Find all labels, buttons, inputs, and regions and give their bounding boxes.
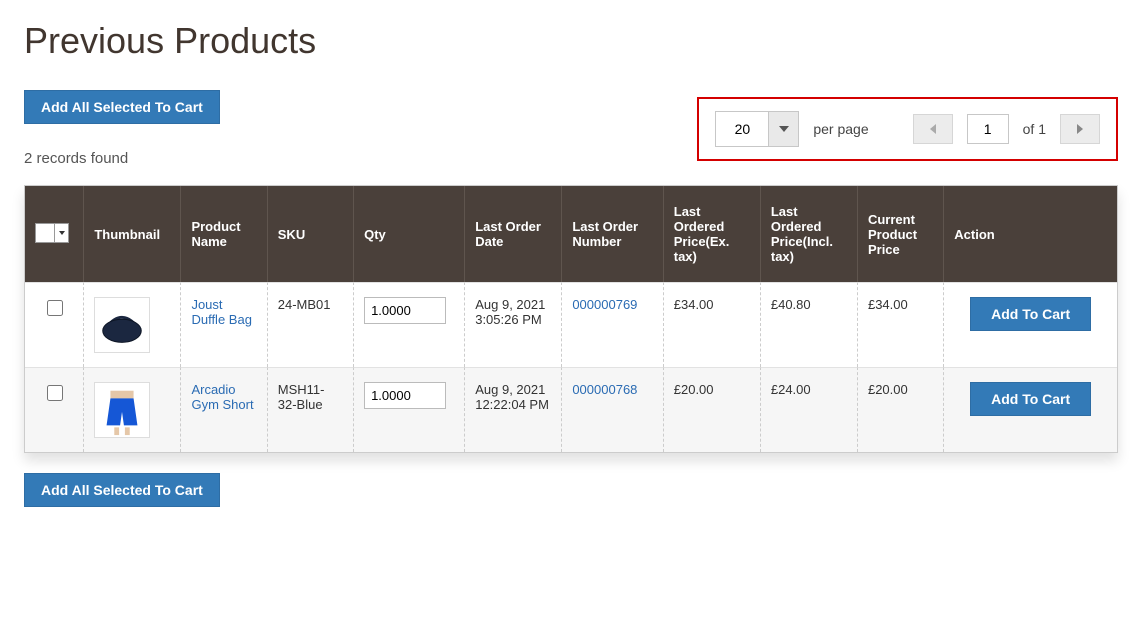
price-ex-cell: £34.00	[664, 282, 761, 367]
mass-select-dropdown[interactable]	[54, 224, 68, 242]
current-price-cell: £20.00	[858, 367, 944, 452]
th-last-order-number: Last Order Number	[562, 186, 663, 282]
th-current-price: Current Product Price	[858, 186, 944, 282]
page-of-text: of 1	[1023, 121, 1046, 137]
qty-input[interactable]	[364, 297, 446, 324]
mass-select-checkbox[interactable]	[36, 224, 54, 242]
sku-cell: 24-MB01	[268, 282, 354, 367]
price-ex-cell: £20.00	[664, 367, 761, 452]
records-found-text: 2 records found	[24, 150, 128, 167]
products-table: Thumbnail Product Name SKU Qty Last Orde…	[24, 185, 1118, 453]
th-price-ex: Last Ordered Price(Ex. tax)	[664, 186, 761, 282]
order-number-link[interactable]: 000000769	[572, 297, 637, 312]
row-checkbox[interactable]	[47, 385, 63, 401]
mass-select-control[interactable]	[35, 223, 69, 243]
th-last-order-date: Last Order Date	[465, 186, 562, 282]
row-checkbox[interactable]	[47, 300, 63, 316]
add-to-cart-button[interactable]: Add To Cart	[970, 382, 1091, 416]
chevron-right-icon	[1077, 124, 1083, 134]
sku-cell: MSH11-32-Blue	[268, 367, 354, 452]
th-sku: SKU	[268, 186, 354, 282]
chevron-down-icon	[59, 231, 65, 235]
date-cell: Aug 9, 2021 12:22:04 PM	[465, 367, 562, 452]
price-inc-cell: £40.80	[761, 282, 858, 367]
add-to-cart-button[interactable]: Add To Cart	[970, 297, 1091, 331]
current-page-input[interactable]	[967, 114, 1009, 144]
date-cell: Aug 9, 2021 3:05:26 PM	[465, 282, 562, 367]
order-number-link[interactable]: 000000768	[572, 382, 637, 397]
chevron-down-icon	[779, 126, 789, 132]
add-all-selected-bottom-button[interactable]: Add All Selected To Cart	[24, 473, 220, 507]
product-thumbnail	[94, 297, 150, 353]
per-page-input[interactable]	[716, 112, 768, 146]
prev-page-button[interactable]	[913, 114, 953, 144]
table-row: Arcadio Gym Short MSH11-32-Blue Aug 9, 2…	[25, 367, 1117, 452]
page-title: Previous Products	[24, 20, 1118, 62]
next-page-button[interactable]	[1060, 114, 1100, 144]
th-product-name: Product Name	[181, 186, 267, 282]
add-all-selected-top-button[interactable]: Add All Selected To Cart	[24, 90, 220, 124]
per-page-dropdown-button[interactable]	[768, 112, 798, 146]
product-thumbnail	[94, 382, 150, 438]
per-page-label: per page	[813, 121, 868, 137]
pagination-panel: per page of 1	[697, 97, 1118, 161]
th-price-inc: Last Ordered Price(Incl. tax)	[761, 186, 858, 282]
qty-input[interactable]	[364, 382, 446, 409]
current-price-cell: £34.00	[858, 282, 944, 367]
table-row: Joust Duffle Bag 24-MB01 Aug 9, 2021 3:0…	[25, 282, 1117, 367]
th-action: Action	[944, 186, 1117, 282]
price-inc-cell: £24.00	[761, 367, 858, 452]
product-name-link[interactable]: Joust Duffle Bag	[191, 297, 251, 327]
th-qty: Qty	[354, 186, 465, 282]
product-name-link[interactable]: Arcadio Gym Short	[191, 382, 253, 412]
th-thumbnail: Thumbnail	[84, 186, 181, 282]
chevron-left-icon	[930, 124, 936, 134]
